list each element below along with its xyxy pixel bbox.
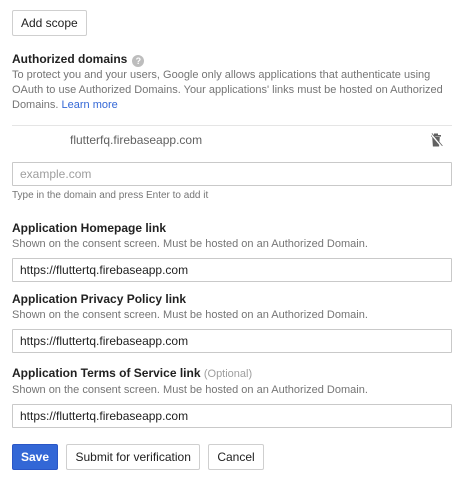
- submit-for-verification-button[interactable]: Submit for verification: [66, 444, 200, 470]
- save-button[interactable]: Save: [12, 444, 59, 470]
- privacy-policy-description: Shown on the consent screen. Must be hos…: [12, 309, 368, 321]
- terms-of-service-title: Application Terms of Service link: [12, 366, 201, 380]
- help-icon[interactable]: ?: [132, 55, 145, 67]
- authorized-domains-title: Authorized domains: [12, 52, 128, 66]
- form-actions: Save Submit for verification Cancel: [12, 444, 452, 470]
- homepage-link-description: Shown on the consent screen. Must be hos…: [12, 238, 368, 250]
- add-scope-button[interactable]: Add scope: [12, 10, 87, 36]
- domain-name: flutterfq.firebaseapp.com: [70, 133, 203, 147]
- domain-input-hint: Type in the domain and press Enter to ad…: [12, 190, 209, 201]
- cancel-button[interactable]: Cancel: [208, 444, 264, 470]
- optional-label: (Optional): [203, 368, 253, 380]
- domain-input[interactable]: [12, 162, 452, 186]
- authorized-domains-section: Authorized domains? To protect you and y…: [12, 52, 452, 113]
- trash-icon[interactable]: [428, 132, 444, 148]
- authorized-domains-description: To protect you and your users, Google on…: [12, 69, 443, 111]
- privacy-policy-title: Application Privacy Policy link: [12, 292, 187, 306]
- privacy-policy-section: Application Privacy Policy link Shown on…: [12, 292, 452, 353]
- terms-of-service-section: Application Terms of Service link (Optio…: [12, 366, 452, 428]
- terms-of-service-description: Shown on the consent screen. Must be hos…: [12, 384, 368, 396]
- homepage-link-section: Application Homepage link Shown on the c…: [12, 221, 452, 282]
- terms-of-service-input[interactable]: [12, 404, 452, 428]
- homepage-link-title: Application Homepage link: [12, 221, 167, 235]
- homepage-link-input[interactable]: [12, 258, 452, 282]
- domain-list-item: flutterfq.firebaseapp.com: [12, 125, 452, 156]
- privacy-policy-input[interactable]: [12, 329, 452, 353]
- learn-more-link[interactable]: Learn more: [62, 99, 118, 111]
